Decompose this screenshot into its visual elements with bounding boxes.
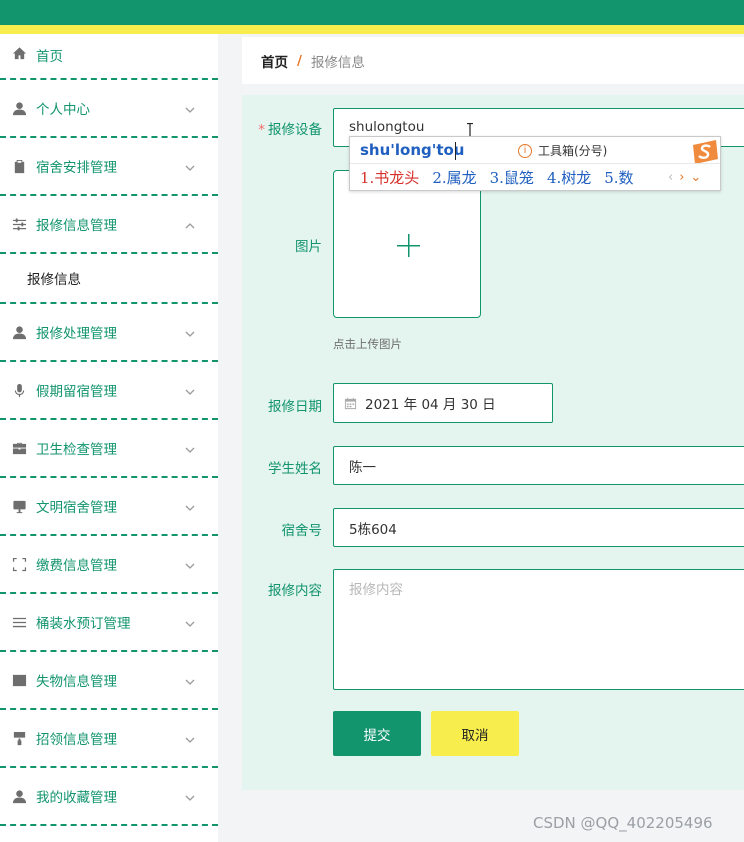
ime-candidate[interactable]: 3.鼠笼: [490, 167, 534, 188]
sidebar-item-home[interactable]: 首页: [0, 34, 218, 80]
scan-icon: [11, 556, 27, 572]
date-picker[interactable]: 2021 年 04 月 30 日: [333, 383, 553, 423]
watermark: CSDN @QQ_402205496: [533, 814, 713, 832]
ime-candidate[interactable]: 4.树龙: [547, 167, 591, 188]
sidebar-item-water-booking[interactable]: 桶装水预订管理: [0, 594, 218, 652]
sidebar-item-label: 招领信息管理: [36, 732, 117, 748]
chevron-down-icon: [184, 499, 196, 511]
calendar-icon: [344, 397, 357, 409]
upload-hint: 点击上传图片: [333, 337, 402, 351]
cancel-button[interactable]: 取消: [431, 711, 519, 756]
user-icon: [11, 100, 27, 116]
chevron-down-icon: [184, 615, 196, 627]
device-label: * 报修设备: [258, 122, 322, 138]
sidebar-item-payment-info[interactable]: 缴费信息管理: [0, 536, 218, 594]
ime-toolbox[interactable]: i 工具箱(分号): [518, 142, 607, 159]
student-name-label: 学生姓名: [268, 461, 322, 477]
briefcase-icon: [11, 440, 27, 456]
sogou-s-icon: [693, 140, 718, 164]
sidebar-item-repair-handling[interactable]: 报修处理管理: [0, 304, 218, 362]
sidebar: 首页 个人中心 宿舍安排管理 报修信息管理 报修信息 报修处理管理 假期留宿管理…: [0, 34, 218, 842]
breadcrumb-current: 报修信息: [310, 54, 365, 71]
chevron-down-icon: [184, 557, 196, 569]
ime-candidate[interactable]: 2.属龙: [432, 167, 476, 188]
ime-candidate[interactable]: 1.书龙头: [360, 167, 419, 188]
home-icon: [11, 45, 27, 61]
microphone-icon: [11, 382, 27, 398]
top-header-bar: [0, 0, 744, 25]
chevron-down-icon: [184, 673, 196, 685]
paint-roller-icon: [11, 730, 27, 746]
sidebar-item-label: 我的收藏管理: [36, 790, 117, 806]
sidebar-item-civilized-dorm[interactable]: 文明宿舍管理: [0, 478, 218, 536]
list-icon: [11, 614, 27, 630]
sidebar-item-label: 首页: [36, 49, 63, 65]
ime-candidate-popup: shu'long'tou i 工具箱(分号) 1.书龙头 2.属龙 3.鼠笼 4.…: [349, 136, 721, 191]
submit-button[interactable]: 提交: [333, 711, 421, 756]
chevron-down-icon: [184, 383, 196, 395]
chevron-right-icon[interactable]: ›: [679, 170, 684, 185]
repair-content-textarea[interactable]: 报修内容: [333, 569, 744, 690]
sidebar-item-label: 假期留宿管理: [36, 384, 117, 400]
chevron-left-icon[interactable]: ‹: [668, 170, 673, 185]
sidebar-item-holiday-stay[interactable]: 假期留宿管理: [0, 362, 218, 420]
image-upload[interactable]: [333, 170, 481, 318]
sidebar-item-label: 卫生检查管理: [36, 442, 117, 458]
sidebar-item-lost-items[interactable]: 失物信息管理: [0, 652, 218, 710]
sidebar-item-label: 宿舍安排管理: [36, 160, 117, 176]
date-label: 报修日期: [268, 399, 322, 415]
user-icon: [11, 324, 27, 340]
monitor-icon: [11, 498, 27, 514]
chevron-down-icon: [184, 325, 196, 337]
sidebar-item-dorm-arrangement[interactable]: 宿舍安排管理: [0, 138, 218, 196]
sliders-icon: [11, 216, 27, 232]
breadcrumb-separator: /: [297, 52, 302, 69]
top-accent-stripe: [0, 25, 744, 34]
required-asterisk: *: [258, 122, 265, 138]
chevron-down-icon: [184, 441, 196, 453]
sidebar-item-hygiene-inspection[interactable]: 卫生检查管理: [0, 420, 218, 478]
sidebar-item-label: 个人中心: [36, 102, 90, 118]
sidebar-item-label: 失物信息管理: [36, 674, 117, 690]
dorm-number-input[interactable]: 5栋604: [333, 508, 744, 547]
sidebar-item-label: 缴费信息管理: [36, 558, 117, 574]
sidebar-item-claim-info[interactable]: 招领信息管理: [0, 710, 218, 768]
ime-candidate-list: 1.书龙头 2.属龙 3.鼠笼 4.树龙 5.数: [360, 167, 634, 188]
breadcrumb-home[interactable]: 首页: [261, 51, 288, 71]
chevron-down-icon: [184, 101, 196, 113]
plus-icon: [397, 234, 420, 257]
ime-pinyin: shu'long'tou: [360, 141, 465, 159]
student-name-input[interactable]: 陈一: [333, 446, 744, 485]
ime-divider: [350, 163, 720, 164]
dorm-number-label: 宿舍号: [281, 523, 323, 539]
sidebar-item-label: 报修信息管理: [36, 218, 117, 234]
info-icon: i: [518, 143, 532, 158]
breadcrumb: 首页 / 报修信息: [242, 37, 744, 84]
sidebar-item-favorites[interactable]: 我的收藏管理: [0, 768, 218, 826]
sidebar-item-personal-center[interactable]: 个人中心: [0, 80, 218, 138]
repair-content-label: 报修内容: [268, 583, 322, 599]
chevron-down-icon[interactable]: ⌄: [690, 170, 701, 185]
chart-icon: [11, 672, 27, 688]
chevron-up-icon: [184, 217, 196, 229]
image-label: 图片: [295, 239, 322, 255]
sidebar-item-label: 桶装水预订管理: [36, 616, 131, 632]
user-icon: [11, 788, 27, 804]
ime-page-nav: ‹ › ⌄: [668, 170, 701, 185]
chevron-down-icon: [184, 159, 196, 171]
ime-candidate[interactable]: 5.数: [604, 167, 633, 188]
chevron-down-icon: [184, 789, 196, 801]
sidebar-item-repair-info-management[interactable]: 报修信息管理: [0, 196, 218, 254]
sidebar-item-label: 文明宿舍管理: [36, 500, 117, 516]
sidebar-subitem-repair-info[interactable]: 报修信息: [0, 254, 218, 304]
chevron-down-icon: [184, 731, 196, 743]
sidebar-item-label: 报修处理管理: [36, 326, 117, 342]
clipboard-icon: [11, 158, 27, 174]
ime-caret: [455, 142, 456, 160]
